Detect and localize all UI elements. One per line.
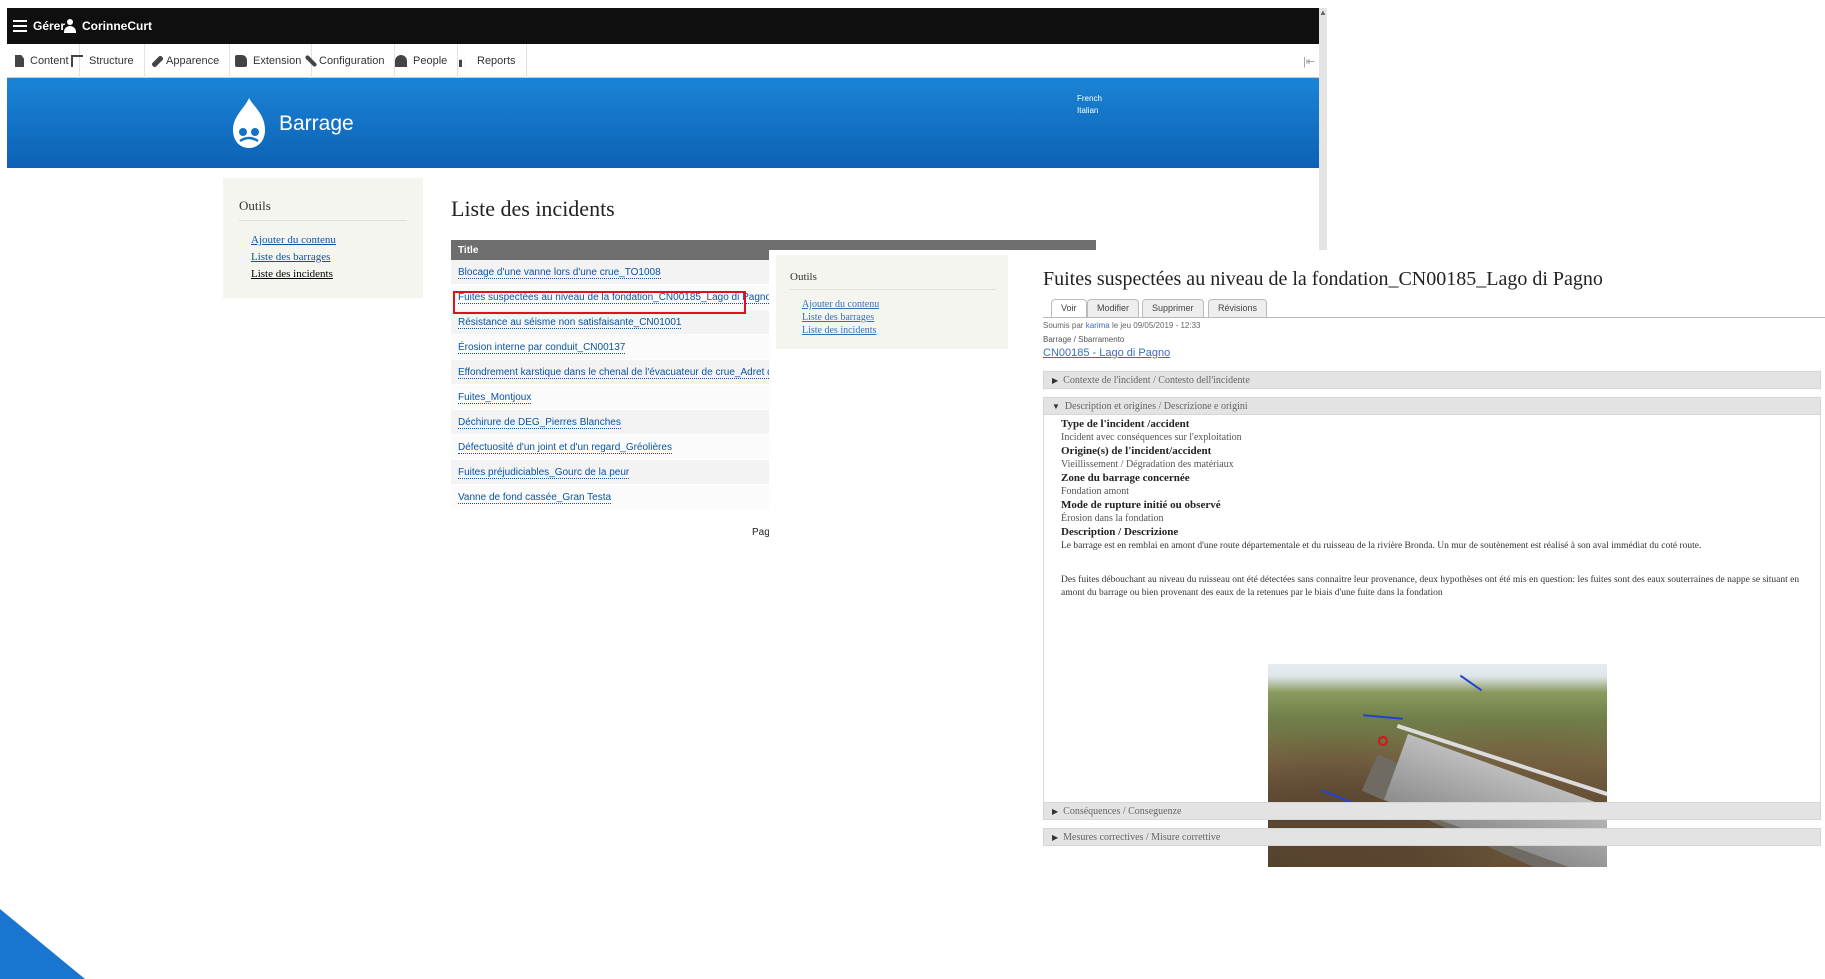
menu-reports[interactable]: Reports [451,44,527,78]
language-link-french[interactable]: French [1077,94,1102,103]
photo-arrow [1459,674,1483,692]
sidebar-title: Outils [239,198,271,213]
people-icon [395,55,407,67]
incident-title: Fuites suspectées au niveau de la fondat… [1043,268,1603,290]
photo-arrow [1362,714,1404,720]
document-icon [15,55,24,67]
menu-apparence[interactable]: Apparence [147,44,231,78]
user-menu-button[interactable]: CorinneCurt [64,8,152,44]
menu-structure[interactable]: Structure [63,44,145,78]
field-label-type: Type de l'incident /accident [1061,418,1190,430]
field-label-description: Description / Descrizione [1061,526,1179,538]
incident-link[interactable]: Résistance au séisme non satisfaisante_C… [458,317,682,329]
structure-icon [71,55,83,67]
slide-corner-triangle [0,909,85,979]
section-label: Mesures correctives / Misure correttive [1063,832,1221,843]
incident-link[interactable]: Vanne de fond cassée_Gran Testa [458,492,612,504]
field-label-mode: Mode de rupture initié ou observé [1061,499,1221,511]
tab-revisions[interactable]: Révisions [1208,299,1268,317]
submitted-info: Soumis par karima le jeu 09/05/2019 - 12… [1043,321,1200,330]
field-value-mode: Érosion dans la fondation [1061,513,1164,524]
puzzle-icon [235,55,247,67]
pager[interactable]: Pag [752,527,770,538]
incident-link[interactable]: Érosion interne par conduit_CN00137 [458,342,626,354]
menu-label: Structure [89,55,134,67]
incident-link[interactable]: Blocage d'une vanne lors d'une crue_TO10… [458,267,661,279]
field-label-origine: Origine(s) de l'incident/accident [1061,445,1212,457]
triangle-right-icon: ▶ [1052,376,1059,385]
sidebar-link-add-content[interactable]: Ajouter du contenu [251,234,336,246]
site-name-link[interactable]: Barrage [279,112,354,136]
incident-link[interactable]: Effondrement karstique dans le chenal de… [458,367,803,379]
manage-label: Gérer [33,19,66,33]
tabs-divider [1043,317,1825,318]
incident-link[interactable]: Défectuosité d'un joint et d'un regard_G… [458,442,672,454]
tools-sidebar: Outils Ajouter du contenu Liste des barr… [776,255,1008,349]
admin-toolbar: Gérer CorinneCurt [7,8,1327,44]
field-value-origine: Vieillissement / Dégradation des matéria… [1061,459,1234,470]
sidebar-divider [239,220,407,221]
triangle-right-icon: ▶ [1052,807,1059,816]
tab-voir[interactable]: Voir [1051,299,1087,317]
section-mesures[interactable]: ▶ Mesures correctives / Misure correttive [1043,828,1821,846]
field-label-zone: Zone du barrage concernée [1061,472,1190,484]
scroll-up-icon[interactable]: ▲ [1319,8,1327,18]
user-label: CorinneCurt [82,19,152,33]
menu-label: Reports [477,55,516,67]
admin-menu-bar: Content Structure Apparence Extension Co… [7,44,1319,78]
field-value-type: Incident avec conséquences sur l'exploit… [1061,432,1242,443]
selected-row-highlight [453,291,746,314]
sidebar-link-incidents-list[interactable]: Liste des incidents [251,268,333,280]
brush-icon [151,54,164,68]
incident-link[interactable]: Déchirure de DEG_Pierres Blanches [458,417,621,429]
barrage-link[interactable]: CN00185 - Lago di Pagno [1043,347,1170,359]
description-paragraph-1: Le barrage est en remblai en amont d'une… [1061,541,1702,551]
section-contexte[interactable]: ▶ Contexte de l'incident / Contesto dell'… [1043,371,1821,389]
menu-extension[interactable]: Extension [227,44,313,78]
section-label: Conséquences / Conseguenze [1063,806,1182,817]
sidebar-link-add-content[interactable]: Ajouter du contenu [802,299,879,310]
section-consequences[interactable]: ▶ Conséquences / Conseguenze [1043,802,1821,820]
page-title: Liste des incidents [451,196,615,221]
menu-label: Extension [253,55,302,67]
author-link[interactable]: karima [1086,321,1110,330]
menu-people[interactable]: People [387,44,459,78]
tab-modifier[interactable]: Modifier [1087,299,1140,317]
menu-configuration[interactable]: Configuration [301,44,396,78]
user-icon [64,19,76,33]
barrage-field-label: Barrage / Sbarramento [1043,335,1125,344]
sidebar-title: Outils [790,271,817,283]
sidebar-link-dams-list[interactable]: Liste des barrages [802,312,874,323]
sidebar-divider [790,289,996,290]
menu-label: Configuration [319,55,385,67]
drupal-logo-icon[interactable] [229,96,269,150]
incident-detail-window: Outils Ajouter du contenu Liste des barr… [769,250,1825,979]
photo-marker-circle [1378,736,1388,746]
field-value-zone: Fondation amont [1061,486,1130,497]
menu-label: Apparence [166,55,220,67]
language-link-italian[interactable]: Italian [1077,106,1098,115]
submitted-prefix: Soumis par [1043,321,1084,330]
site-header: Barrage French Italian [7,78,1319,168]
tools-sidebar: Outils Ajouter du contenu Liste des barr… [223,178,423,298]
manage-menu-button[interactable]: Gérer [13,8,65,44]
incident-link[interactable]: Fuites_Montjoux [458,392,532,404]
submitted-date: le jeu 09/05/2019 - 12:33 [1111,321,1201,330]
incident-link[interactable]: Fuites préjudiciables_Gourc de la peur [458,467,630,479]
sidebar-link-dams-list[interactable]: Liste des barrages [251,251,330,263]
bar-chart-icon [459,55,465,67]
tab-supprimer[interactable]: Supprimer [1142,299,1204,317]
hamburger-icon [13,20,27,32]
description-paragraph-2: Des fuites débouchant au niveau du ruiss… [1061,575,1800,598]
sidebar-link-incidents-list[interactable]: Liste des incidents [802,325,876,336]
toolbar-orientation-icon[interactable]: |⇤ [1303,55,1315,68]
menu-label: People [413,55,448,67]
section-label: Contexte de l'incident / Contesto dell'i… [1063,375,1250,386]
wrench-icon [304,54,318,68]
triangle-right-icon: ▶ [1052,833,1059,842]
